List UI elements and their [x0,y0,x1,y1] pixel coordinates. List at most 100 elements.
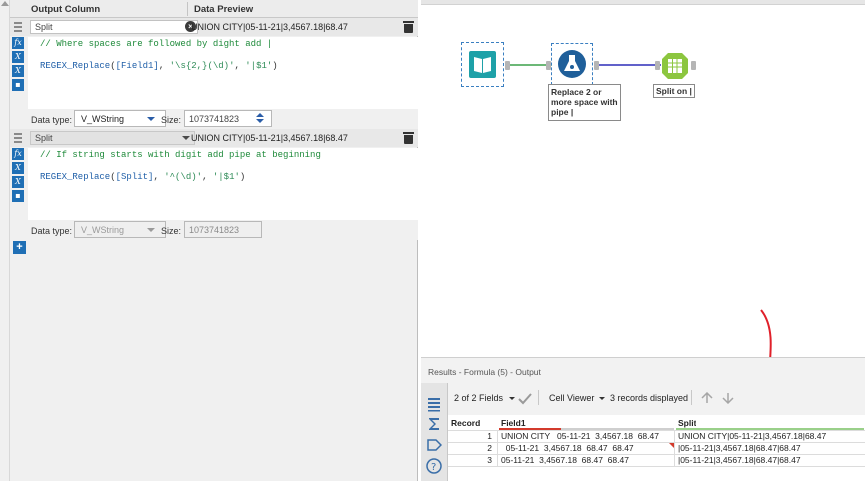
results-title: Results - Formula (5) - Output [428,367,541,377]
size-label: Size: [161,226,182,236]
formula-header: Output Column Data Preview [10,0,418,18]
vertical-scrollbar[interactable] [0,0,10,481]
tag-icon[interactable] [426,437,443,453]
size-value: 1073741823 [189,114,240,124]
svg-text:?: ? [431,462,436,473]
formula-tool-label: Replace 2 or more space with pipe | [551,87,618,117]
code-expression: REGEX_Replace([Split], '^(\d)', '|$1') [40,172,245,182]
delete-expression-icon[interactable] [403,20,414,33]
output-column-value: Split [35,133,53,143]
code-field: [Field1] [115,61,159,71]
split-cell: UNION CITY|05-11-21|3,4567.18|68.47 [678,431,827,441]
size-input[interactable]: 1073741823 [184,221,262,238]
data-preview-value: UNION CITY|05-11-21|3,4567.18|68.47 [191,22,348,32]
data-type-value: V_WString [81,225,125,235]
field1-cell: 05-11-21 3,4567.18 68.47 68.47 [501,455,629,465]
data-type-row: Data type: V_WString Size: 1073741823 [10,220,418,240]
output-column-header: Output Column [31,4,101,15]
column-divider [674,430,675,467]
scroll-up-arrow-icon[interactable] [1,1,9,6]
spin-down-icon[interactable] [256,119,264,123]
delete-expression-icon[interactable] [403,131,414,144]
header-divider [187,2,188,16]
constants-x-icon[interactable]: X [12,176,24,188]
drag-handle-icon[interactable] [14,133,22,143]
columns-icon [662,53,688,79]
save-expression-icon[interactable]: ▪ [12,79,24,91]
toolbar-divider [538,390,539,405]
output-column-input[interactable]: Split [30,20,198,34]
flask-icon [558,50,586,78]
columns-x-icon[interactable]: X [12,51,24,63]
size-label: Size: [161,115,182,125]
results-side-toolbar: ? [421,383,448,481]
output-anchor[interactable] [594,61,599,70]
data-type-label: Data type: [31,226,73,236]
row-divider [448,466,865,467]
field1-cell: UNION CITY 05-11-21 3,4567.18 68.47 [501,431,659,441]
size-value: 1073741823 [189,225,240,235]
code-comma: , [153,172,165,182]
arrow-down-icon[interactable] [722,392,734,404]
record-cell: 3 [487,455,492,465]
data-type-select[interactable]: V_WString [74,221,166,238]
table-row[interactable]: 3 05-11-21 3,4567.18 68.47 68.47 |05-11-… [448,455,865,466]
code-replacement: '|$1' [245,61,273,71]
code-comment: // If string starts with digit add pipe … [40,150,321,160]
size-spinner[interactable] [253,111,267,126]
spin-up-icon[interactable] [256,113,264,117]
fields-dropdown[interactable]: 2 of 2 Fields [454,393,503,403]
formula-tool[interactable] [551,43,593,85]
data-preview-header: Data Preview [194,4,254,15]
constants-x-icon[interactable]: X [12,65,24,77]
expression-block-2: Split UNION CITY|05-11-21|3,4567.18|68.4… [10,129,418,241]
drag-handle-icon[interactable] [14,22,22,32]
input-tool[interactable] [461,42,504,87]
chevron-down-icon [147,117,155,121]
cell-viewer-dropdown[interactable]: Cell Viewer [549,393,594,403]
add-expression-button[interactable]: + [13,241,26,254]
column-header-record[interactable]: Record [451,418,480,429]
output-anchor[interactable] [691,61,696,70]
data-type-row: Data type: V_WString Size: 1073741823 [10,109,418,129]
expression-side-toolbar: fx X X ▪ [12,37,26,93]
table-row[interactable]: 2 05-11-21 3,4567.18 68.47 68.47 |05-11-… [448,443,865,454]
expression-header-row: Split UNION CITY|05-11-21|3,4567.18|68.4… [10,129,418,147]
code-pattern: '^(\d)' [164,172,203,182]
data-preview-value: UNION CITY|05-11-21|3,4567.18|68.47 [191,133,348,143]
arrow-up-icon[interactable] [701,392,713,404]
column-divider [497,430,498,467]
results-panel: Results - Formula (5) - Output ? 2 of 2 … [421,357,865,481]
output-column-select[interactable]: Split [30,131,195,145]
help-icon[interactable]: ? [426,458,442,474]
chevron-down-icon [509,397,515,400]
function-fx-icon[interactable]: fx [12,148,24,160]
columns-x-icon[interactable]: X [12,162,24,174]
workflow-canvas[interactable]: Replace 2 or more space with pipe | Spli… [421,0,865,401]
code-pattern: '\s{2,}(\d)' [169,61,235,71]
book-icon [469,51,496,78]
code-function: REGEX_Replace [40,61,111,71]
data-type-value: V_WString [81,114,125,124]
output-anchor[interactable] [505,61,510,70]
save-expression-icon[interactable]: ▪ [12,190,24,202]
summary-sigma-icon[interactable] [426,416,442,432]
toolbar-divider [691,390,692,405]
table-row[interactable]: 1 UNION CITY 05-11-21 3,4567.18 68.47 UN… [448,431,865,442]
check-icon[interactable] [518,393,532,405]
split-tool-label: Split on | [656,86,692,96]
formula-configuration-panel: Output Column Data Preview Split × UNION… [0,0,418,481]
function-fx-icon[interactable]: fx [12,37,24,49]
text-to-columns-tool[interactable] [660,51,690,81]
code-replacement: '|$1' [212,172,240,182]
record-cell: 1 [487,431,492,441]
code-comment: // Where spaces are followed by dight ad… [40,39,273,49]
data-type-label: Data type: [31,115,73,125]
expression-header-row: Split × UNION CITY|05-11-21|3,4567.18|68… [10,18,418,36]
chevron-down-icon [599,397,605,400]
table-view-icon[interactable] [426,396,442,412]
field1-cell: 05-11-21 3,4567.18 68.47 68.47 [501,443,634,453]
expression-side-toolbar: fx X X ▪ [12,148,26,204]
data-type-select[interactable]: V_WString [74,110,166,127]
code-close-paren: ) [272,61,278,71]
